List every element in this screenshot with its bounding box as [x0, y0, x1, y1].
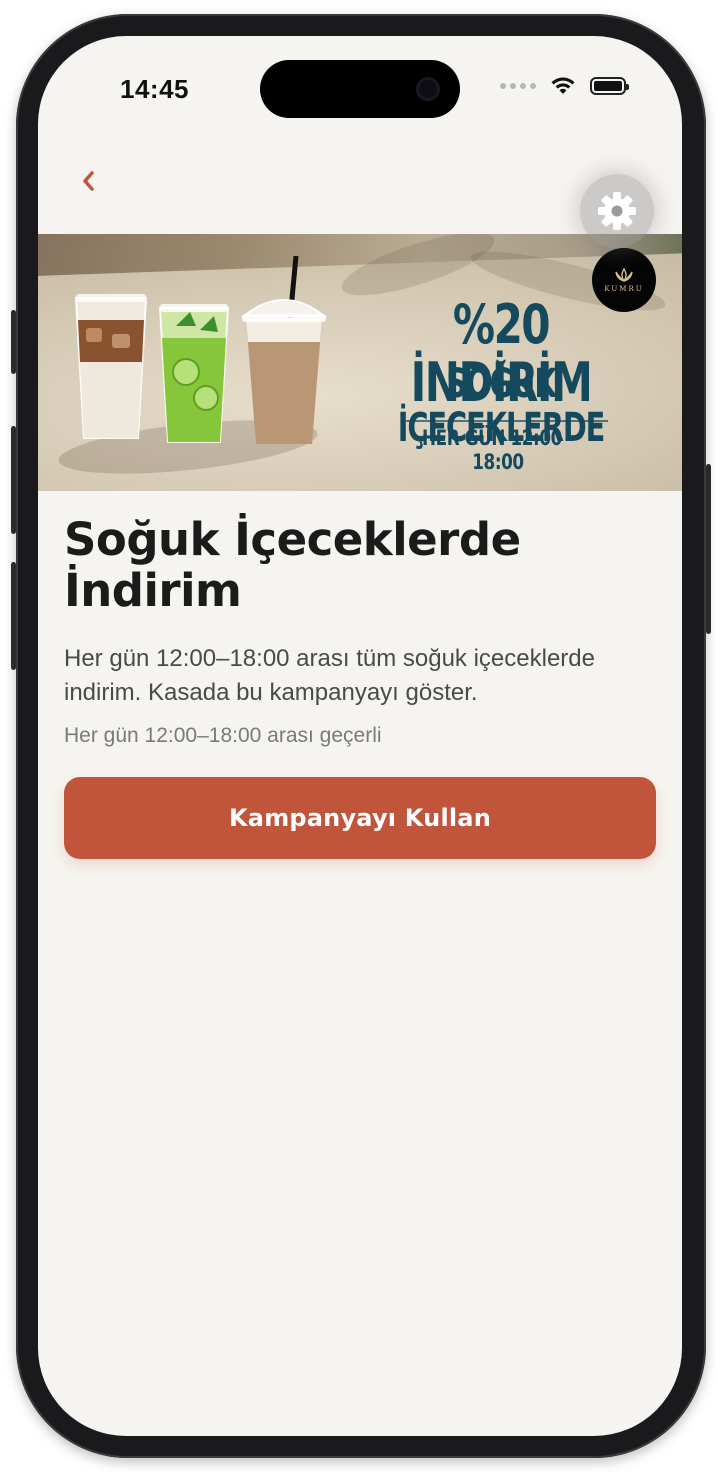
brand-logo: KUMRU [592, 248, 656, 312]
use-campaign-button[interactable]: Kampanyayı Kullan [64, 777, 656, 859]
power-button [706, 464, 711, 634]
campaign-banner-image: %20 İNDİRİM SOĞUK İÇECEKLERDE HER GÜN 12… [38, 234, 682, 491]
volume-up-button [11, 426, 16, 534]
campaign-validity: Her gün 12:00–18:00 arası geçerli [64, 724, 382, 747]
battery-icon [590, 77, 629, 95]
status-icons [500, 76, 629, 96]
volume-down-button [11, 562, 16, 670]
back-button[interactable] [74, 166, 104, 196]
lotus-logo-icon [615, 267, 633, 283]
settings-button[interactable] [580, 174, 654, 248]
banner-hours: HER GÜN 12:00 - 18:00 [422, 426, 574, 474]
campaign-description: Her gün 12:00–18:00 arası tüm soğuk içec… [64, 645, 595, 706]
campaign-title: Soğuk İçeceklerde İndirim [64, 513, 521, 617]
mojito-cup [158, 304, 230, 443]
dynamic-island [260, 60, 460, 118]
status-time: 14:45 [120, 74, 189, 104]
wifi-icon [551, 77, 575, 94]
front-camera [416, 77, 440, 101]
use-campaign-button-label: Kampanyayı Kullan [229, 804, 491, 832]
signal-icon [500, 83, 536, 89]
frappe-cup [241, 256, 327, 444]
silent-switch [11, 310, 16, 374]
app-screen: 14:45 %20 İNDİRİM SOĞUK İÇECEKLERDE HER … [38, 36, 682, 1436]
status-bar: 14:45 [38, 36, 682, 136]
iced-latte-cup [74, 294, 148, 439]
chevron-left-icon [83, 171, 94, 191]
banner-divider [406, 420, 608, 422]
home-indicator [270, 1416, 450, 1422]
gear-icon [598, 192, 636, 230]
brand-logo-name: KUMRU [604, 285, 644, 293]
